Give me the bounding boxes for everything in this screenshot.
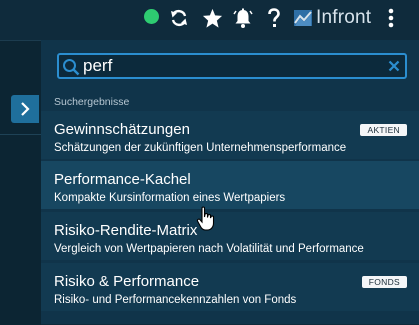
search-field[interactable] (57, 53, 407, 79)
result-description: Risiko- und Performancekennzahlen von Fo… (54, 294, 297, 306)
result-item[interactable]: Risiko & Performance FONDS Risiko- und P… (41, 263, 419, 311)
result-item[interactable]: Risiko-Rendite-Matrix Vergleich von Wert… (41, 212, 419, 260)
search-panel: Suchergebnisse Gewinnschätzungen AKTIEN … (41, 40, 419, 324)
star-icon[interactable] (200, 7, 224, 29)
refresh-icon[interactable] (168, 7, 190, 29)
result-description: Schätzungen der zukünftigen Unternehmens… (54, 142, 347, 154)
search-icon (63, 59, 80, 76)
status-indicator (144, 9, 159, 24)
result-title: Risiko-Rendite-Matrix (54, 222, 198, 239)
expand-sidebar-button[interactable] (11, 95, 39, 123)
close-icon[interactable] (387, 59, 401, 73)
help-icon[interactable] (266, 7, 282, 29)
left-sidebar (0, 40, 41, 325)
chart-logo-icon (294, 10, 312, 26)
section-label: Suchergebnisse (54, 96, 130, 108)
result-description: Vergleich von Wertpapieren nach Volatili… (54, 243, 364, 255)
divider (0, 134, 41, 135)
brand-logo: Infront (294, 7, 372, 28)
category-badge: AKTIEN (360, 124, 407, 136)
result-title: Gewinnschätzungen (54, 121, 190, 138)
hand-cursor-icon (196, 206, 215, 231)
result-title: Performance-Kachel (54, 171, 191, 188)
result-item[interactable]: Performance-Kachel Kompakte Kursinformat… (41, 161, 419, 209)
brand-name: Infront (316, 7, 372, 28)
result-item[interactable]: Gewinnschätzungen AKTIEN Schätzungen der… (41, 111, 419, 159)
category-badge: FONDS (361, 276, 407, 288)
top-toolbar: Infront (0, 0, 419, 40)
chevron-right-icon (21, 102, 30, 116)
result-description: Kompakte Kursinformation eines Wertpapie… (54, 192, 286, 204)
bell-icon[interactable] (232, 7, 254, 29)
search-input[interactable] (83, 55, 383, 77)
more-icon[interactable] (386, 7, 396, 29)
result-title: Risiko & Performance (54, 273, 200, 290)
